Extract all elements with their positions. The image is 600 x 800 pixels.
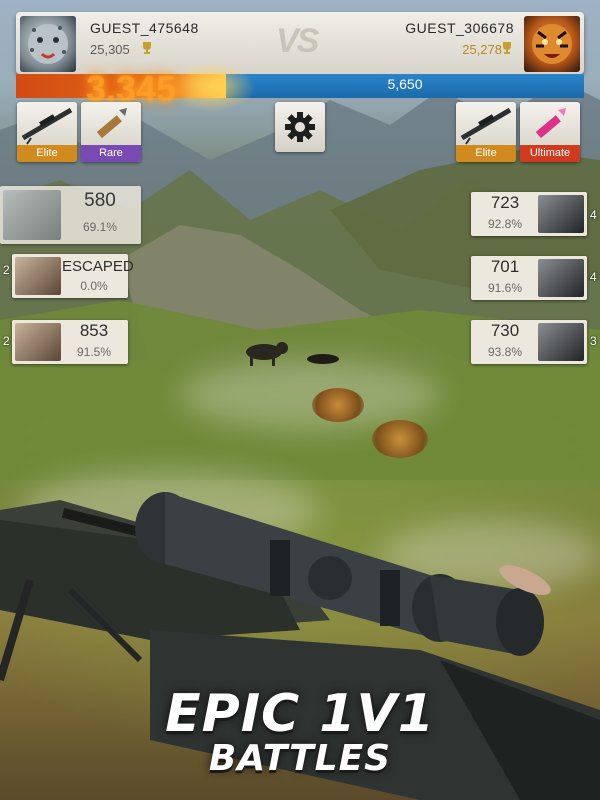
buffalo-in-field: [246, 342, 288, 366]
shot-flash: [166, 62, 256, 112]
bullet-icon: [96, 108, 127, 139]
sniper-rifle-icon: [460, 107, 512, 145]
buffalo-icon: [538, 323, 584, 361]
trophy-icon: [143, 42, 151, 54]
versus-label: VS: [276, 22, 319, 60]
target-points: 580: [84, 190, 116, 211]
tier-label: Ultimate: [520, 145, 580, 162]
pink-bullet-icon: [535, 108, 566, 139]
left-target-panel: ESCAPED 0.0%: [12, 254, 134, 298]
left-target-panel: 853 91.5%: [12, 320, 128, 364]
player-left-avatar[interactable]: [20, 16, 76, 72]
snow-leopard-icon: [28, 24, 68, 64]
tiger-icon: [532, 24, 572, 64]
left-target-panel: 580 69.1%: [0, 186, 141, 244]
player-left-name: GUEST_475648: [90, 20, 199, 36]
tier-label: Rare: [81, 145, 141, 162]
trophy-icon: [503, 42, 511, 54]
right-target-panel: 701 91.6%: [471, 256, 587, 300]
target-accuracy: 69.1%: [82, 220, 118, 234]
buffalo-icon: [3, 190, 61, 240]
score-right-value: 5,650: [387, 76, 423, 92]
weapon-card-rifle-left[interactable]: Elite: [17, 102, 77, 162]
ram-icon: [15, 257, 61, 295]
target-points: 723: [490, 193, 520, 212]
target-accuracy: 0.0%: [80, 279, 108, 293]
weapon-card-ammo-right[interactable]: Ultimate: [520, 102, 580, 162]
right-target-panel: 730 93.8%: [471, 320, 587, 364]
weapon-card-ammo-left[interactable]: Rare: [81, 102, 141, 162]
tier-label: Elite: [456, 145, 516, 162]
right-target-panel: 723 92.8%: [471, 192, 587, 236]
target-accuracy: 91.6%: [487, 281, 523, 295]
tier-label: Elite: [17, 145, 77, 162]
player-right-name: GUEST_306678: [405, 20, 514, 36]
target-accuracy: 91.5%: [76, 345, 112, 359]
target-points: 853: [79, 321, 109, 340]
player-right-trophies: 25,278: [462, 42, 502, 57]
target-count: 4: [590, 208, 597, 222]
target-points: ESCAPED: [62, 258, 134, 275]
gear-icon: [285, 112, 315, 142]
target-count: 2: [3, 334, 10, 348]
buffalo-icon: [538, 259, 584, 297]
tagline-line2: BATTLES: [208, 738, 392, 779]
target-points: 701: [490, 257, 520, 276]
player-right-avatar[interactable]: [524, 16, 580, 72]
target-count: 2: [3, 263, 10, 277]
target-accuracy: 93.8%: [487, 345, 523, 359]
sniper-rifle-icon: [21, 107, 73, 145]
buffalo-icon: [538, 195, 584, 233]
target-points: 730: [490, 321, 520, 340]
player-left-trophies: 25,305: [90, 42, 130, 57]
fallen-animal: [307, 354, 339, 364]
target-accuracy: 92.8%: [487, 217, 523, 231]
target-count: 3: [590, 334, 597, 348]
weapon-card-rifle-right[interactable]: Elite: [456, 102, 516, 162]
settings-button[interactable]: [275, 102, 325, 152]
shrub: [372, 420, 428, 458]
players-bar: GUEST_475648 25,305 VS GUEST_306678 25,2…: [16, 12, 584, 74]
tagline-line1: EPIC 1V1: [165, 684, 435, 744]
ram-icon: [15, 323, 61, 361]
shrub: [312, 388, 364, 422]
target-count: 4: [590, 270, 597, 284]
